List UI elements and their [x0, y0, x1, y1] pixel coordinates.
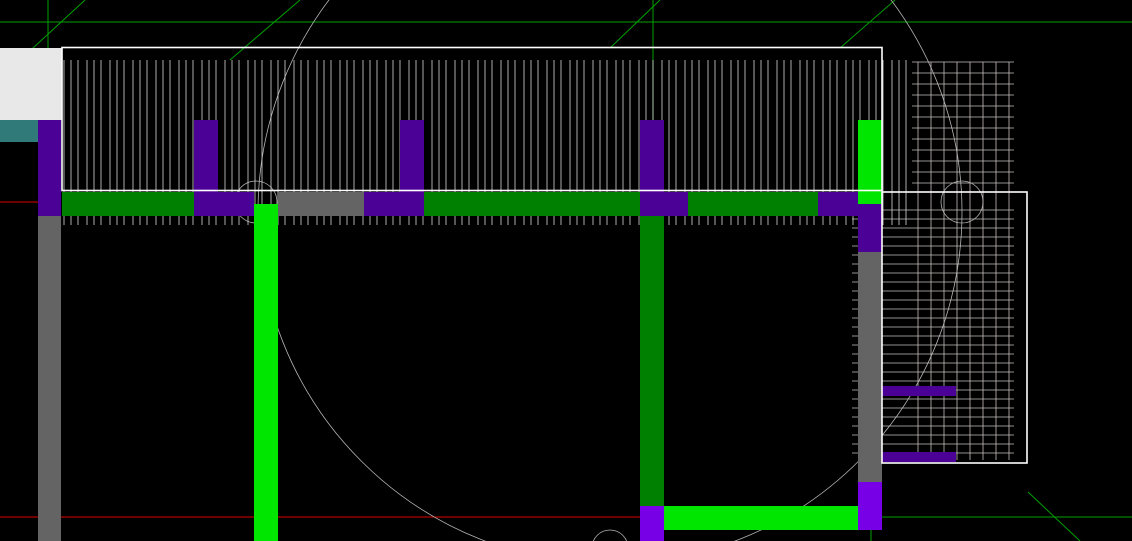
column-left-purple: [38, 120, 61, 216]
wall-top-dark-green: [688, 192, 818, 216]
column-top-purple: [194, 120, 218, 192]
column-bottom-left-violet: [640, 506, 664, 541]
wall-dark-green-vertical: [640, 216, 664, 506]
column-top-purple: [400, 120, 424, 192]
wall-top-dark-green: [424, 192, 640, 216]
column-junction-purple: [640, 192, 688, 216]
column-right-purple: [858, 204, 882, 252]
wall-left-gray: [38, 216, 61, 541]
roof-outline: [61, 46, 883, 192]
outlines: [61, 46, 1028, 464]
drawing-area[interactable]: [0, 0, 1132, 541]
small-circle-bottom: [592, 529, 628, 541]
column-bottom-right-violet: [858, 482, 882, 530]
wall-segments: [38, 120, 882, 541]
bar-purple-lower: [882, 452, 956, 462]
guide-line-diagonal: [839, 0, 896, 49]
wall-right-gray: [858, 252, 882, 482]
column-junction-purple: [194, 192, 254, 216]
column-junction-purple: [818, 192, 858, 216]
wall-top-dark-green: [62, 192, 194, 216]
bar-purple-upper: [882, 386, 956, 396]
wall-bright-green-bottom: [664, 506, 858, 530]
annex-outline: [881, 191, 1028, 464]
guide-line-diagonal: [229, 0, 301, 61]
wall-top-gray: [278, 192, 364, 216]
column-blocks: [38, 120, 956, 541]
cad-viewport[interactable]: [0, 0, 1132, 541]
wall-bright-green-vertical: [254, 204, 278, 541]
column-top-purple: [640, 120, 664, 192]
large-arc-circle: [257, 0, 963, 541]
column-junction-purple: [364, 192, 424, 216]
wall-right-bright-green: [858, 120, 882, 204]
white-panel: [0, 48, 62, 120]
